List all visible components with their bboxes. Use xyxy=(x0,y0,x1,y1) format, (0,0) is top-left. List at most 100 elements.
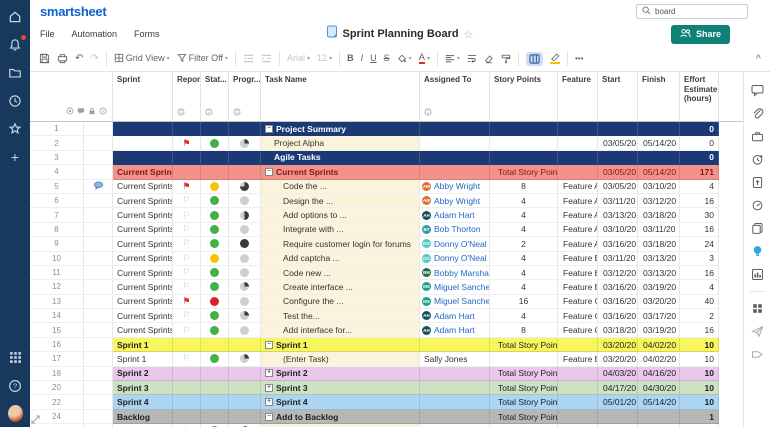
highlight-pen-button[interactable] xyxy=(550,53,560,64)
progress-harvey-ball[interactable] xyxy=(240,239,249,248)
cell-sprint[interactable]: Sprint 3 xyxy=(113,381,173,395)
account-avatar[interactable] xyxy=(8,406,23,421)
cell-sprint[interactable]: Sprint 1 xyxy=(113,338,173,352)
cell-flag[interactable] xyxy=(173,381,201,395)
wrap-text-button[interactable] xyxy=(467,54,477,63)
cell-task[interactable]: Add options to ... xyxy=(261,208,420,222)
filter-selector[interactable]: Filter Off ▾ xyxy=(177,53,228,65)
status-ball-green[interactable] xyxy=(210,326,219,335)
expand-plus-box[interactable]: + xyxy=(265,384,273,392)
cell-status[interactable] xyxy=(201,180,229,194)
cell-finish[interactable]: 03/12/20 xyxy=(638,194,680,208)
cell-feature[interactable]: Feature A xyxy=(558,208,598,222)
cell-start[interactable]: 03/05/20 xyxy=(598,165,638,179)
cell-task[interactable]: −Project Summary xyxy=(261,122,420,136)
cell-effort[interactable]: 171 xyxy=(680,165,719,179)
cell-status[interactable] xyxy=(201,151,229,165)
row-gutter[interactable] xyxy=(84,266,113,280)
favorite-star-icon[interactable]: ☆ xyxy=(464,28,474,41)
cell-assigned[interactable] xyxy=(420,395,490,409)
cell-assigned[interactable]: AHAdam Hart xyxy=(420,323,490,337)
cell-status[interactable] xyxy=(201,165,229,179)
cell-effort[interactable]: 0 xyxy=(680,122,719,136)
notifications-bell-icon[interactable] xyxy=(8,37,23,52)
column-header-finish[interactable]: Finish xyxy=(638,72,680,121)
row-number[interactable]: 11 xyxy=(30,266,84,280)
cell-finish[interactable] xyxy=(638,410,680,424)
cell-effort[interactable]: 40 xyxy=(680,295,719,309)
row-gutter[interactable] xyxy=(84,165,113,179)
status-ball-green[interactable] xyxy=(210,211,219,220)
cell-flag[interactable] xyxy=(173,367,201,381)
cell-progress[interactable] xyxy=(229,410,261,424)
column-info-icon[interactable] xyxy=(177,108,196,119)
flag-off-icon[interactable]: ⚐ xyxy=(182,225,190,234)
cell-feature[interactable]: Feature C xyxy=(558,323,598,337)
cell-assigned[interactable]: MSMiguel Sanchez xyxy=(420,280,490,294)
cell-sprint[interactable]: Sprint 1 xyxy=(113,352,173,366)
cell-feature[interactable] xyxy=(558,338,598,352)
row-number[interactable]: 18 xyxy=(30,367,84,381)
cell-start[interactable] xyxy=(598,410,638,424)
status-ball-green[interactable] xyxy=(210,225,219,234)
cell-effort[interactable]: 16 xyxy=(680,194,719,208)
cell-story[interactable]: Total Story Points: 0 xyxy=(490,395,558,409)
font-color-button[interactable]: A ▾ xyxy=(419,53,430,65)
row-comment-icon[interactable] xyxy=(93,181,104,192)
row-gutter[interactable] xyxy=(84,323,113,337)
row-gutter[interactable] xyxy=(84,309,113,323)
charts-icon[interactable] xyxy=(751,268,764,281)
cell-story[interactable]: Total Story Points: 0 xyxy=(490,410,558,424)
column-header-start[interactable]: Start xyxy=(598,72,638,121)
cell-assigned[interactable]: AHAdam Hart xyxy=(420,309,490,323)
cell-flag[interactable] xyxy=(173,395,201,409)
row-gutter[interactable] xyxy=(84,194,113,208)
cell-sprint[interactable]: Current Sprints xyxy=(113,223,173,237)
cell-progress[interactable] xyxy=(229,280,261,294)
progress-harvey-ball[interactable] xyxy=(240,282,249,291)
flag-off-icon[interactable]: ⚐ xyxy=(182,354,190,363)
flag-on-icon[interactable]: ⚑ xyxy=(182,182,190,191)
expand-sheet-icon[interactable] xyxy=(31,415,40,426)
cell-flag[interactable]: ⚐ xyxy=(173,323,201,337)
summary-icon[interactable] xyxy=(751,222,764,235)
cell-progress[interactable] xyxy=(229,395,261,409)
cell-start[interactable]: 03/16/20 xyxy=(598,295,638,309)
cell-status[interactable] xyxy=(201,381,229,395)
cell-feature[interactable] xyxy=(558,151,598,165)
cell-sprint[interactable]: Sprint 4 xyxy=(113,395,173,409)
cell-story[interactable] xyxy=(490,122,558,136)
italic-button[interactable]: I xyxy=(361,54,364,63)
cell-progress[interactable] xyxy=(229,194,261,208)
collapse-toolbar-chevron[interactable]: ^ xyxy=(756,53,761,63)
cell-story[interactable]: 4 xyxy=(490,223,558,237)
cell-story[interactable]: 8 xyxy=(490,323,558,337)
cell-task[interactable]: +Sprint 2 xyxy=(261,367,420,381)
cell-status[interactable] xyxy=(201,266,229,280)
cell-start[interactable]: 03/16/20 xyxy=(598,309,638,323)
cell-flag[interactable]: ⚑ xyxy=(173,295,201,309)
cell-task[interactable]: Integrate with ... xyxy=(261,223,420,237)
cell-assigned[interactable]: BMBobby Marshall xyxy=(420,266,490,280)
cell-feature[interactable] xyxy=(558,367,598,381)
align-button[interactable]: ▾ xyxy=(445,54,460,63)
font-size-selector[interactable]: 12 ▾ xyxy=(317,54,332,63)
conversations-icon[interactable] xyxy=(751,84,764,97)
cell-feature[interactable]: Feature B xyxy=(558,280,598,294)
row-number[interactable]: 2 xyxy=(30,136,84,150)
cell-flag[interactable] xyxy=(173,151,201,165)
cell-task[interactable]: Test the... xyxy=(261,309,420,323)
column-info-icon[interactable] xyxy=(233,108,256,119)
cell-status[interactable] xyxy=(201,410,229,424)
row-number[interactable]: 8 xyxy=(30,223,84,237)
bold-button[interactable]: B xyxy=(347,54,354,63)
cell-status[interactable] xyxy=(201,252,229,266)
cell-flag[interactable] xyxy=(173,410,201,424)
column-header-task[interactable]: Task Name xyxy=(261,72,420,121)
cell-task[interactable]: Configure the ... xyxy=(261,295,420,309)
progress-harvey-ball[interactable] xyxy=(240,254,249,263)
cell-finish[interactable]: 03/20/20 xyxy=(638,295,680,309)
column-header-effort[interactable]: Effort Estimate (hours) xyxy=(680,72,719,121)
row-gutter[interactable] xyxy=(84,151,113,165)
cell-story[interactable]: Total Story Points: 0 xyxy=(490,381,558,395)
